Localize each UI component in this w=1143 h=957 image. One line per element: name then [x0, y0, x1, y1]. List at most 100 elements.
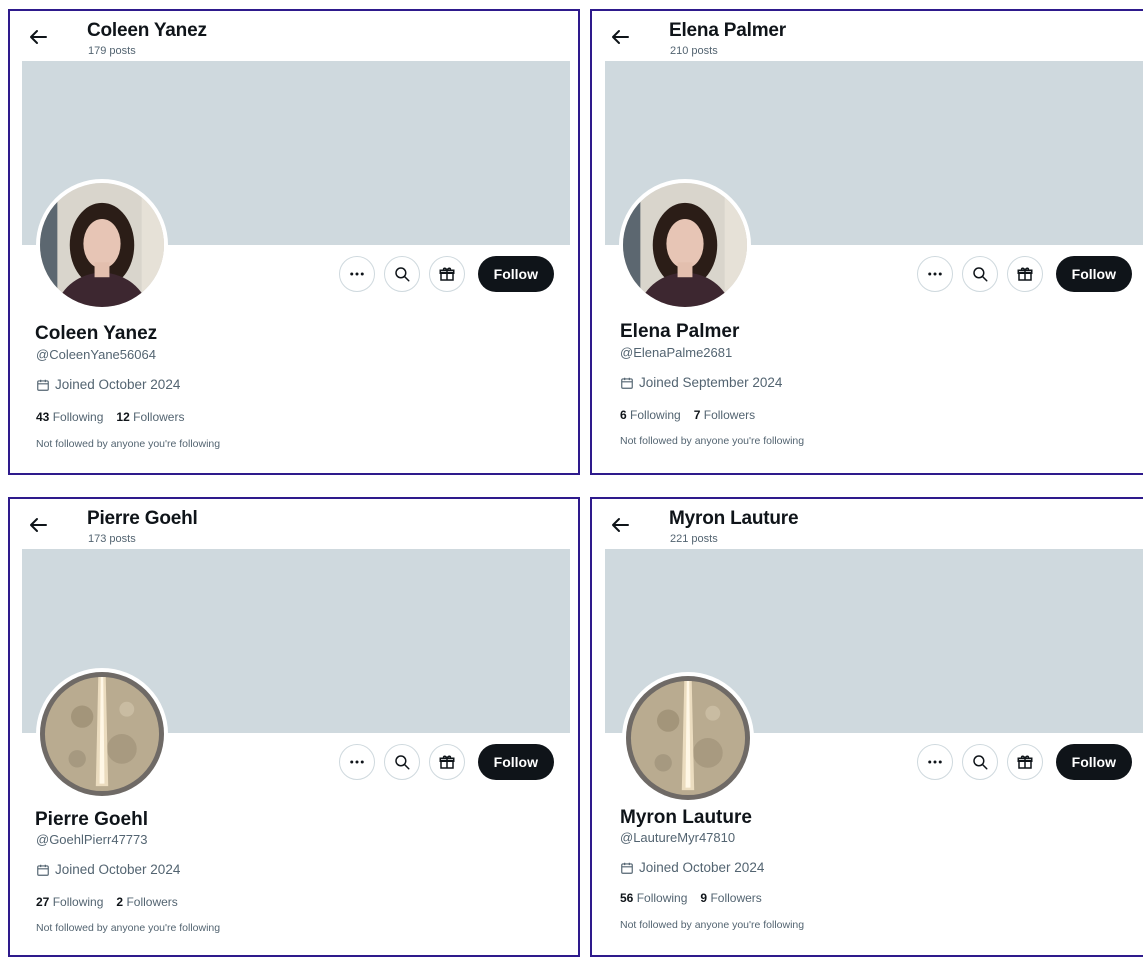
gift-icon [1017, 755, 1033, 769]
more-button[interactable] [916, 744, 953, 780]
gift-button[interactable] [428, 744, 465, 780]
search-icon [972, 755, 988, 770]
following-label: Following [52, 895, 104, 909]
back-button[interactable] [26, 25, 50, 49]
follow-button[interactable]: Follow [477, 256, 554, 292]
profile-display-name: Pierre Goehl [35, 809, 148, 830]
profile-avatar[interactable] [622, 672, 754, 804]
follow-stats: 27 Following 2 Followers [36, 895, 178, 909]
follow-button[interactable]: Follow [477, 744, 554, 780]
joined-date: Joined October 2024 [36, 377, 180, 392]
more-button[interactable] [338, 744, 375, 780]
mutual-followers-note: Not followed by anyone you're following [36, 922, 221, 934]
following-count: 43 [36, 410, 50, 424]
profile-actions: Follow [338, 255, 554, 293]
arrow-left-icon [612, 518, 629, 532]
following-label: Following [52, 410, 104, 424]
search-button[interactable] [961, 256, 998, 292]
header-display-name: Pierre Goehl [87, 508, 198, 529]
calendar-icon [37, 864, 49, 876]
arrow-left-icon [30, 518, 47, 532]
mutual-followers-note: Not followed by anyone you're following [620, 435, 805, 447]
following-link[interactable]: 43 Following [36, 410, 103, 424]
more-button[interactable] [338, 256, 375, 292]
gift-button[interactable] [1006, 256, 1043, 292]
following-label: Following [636, 891, 688, 905]
profile-panel: Elena Palmer 210 posts Follow Elena Palm… [590, 9, 1143, 475]
followers-link[interactable]: 7 Followers [694, 408, 755, 422]
joined-text: Joined October 2024 [55, 377, 181, 392]
profile-avatar[interactable] [36, 668, 168, 800]
joined-text: Joined September 2024 [639, 375, 783, 390]
profile-actions: Follow [338, 743, 554, 781]
gift-button[interactable] [428, 256, 465, 292]
profile-actions: Follow [916, 743, 1132, 781]
more-icon [349, 760, 364, 764]
followers-link[interactable]: 12 Followers [116, 410, 184, 424]
joined-date: Joined September 2024 [620, 375, 782, 390]
follow-stats: 43 Following 12 Followers [36, 410, 184, 424]
followers-link[interactable]: 9 Followers [700, 891, 761, 905]
gift-icon [1017, 267, 1033, 281]
following-count: 56 [620, 891, 634, 905]
search-button[interactable] [383, 744, 420, 780]
profile-panel: Myron Lauture 221 posts Follow Myron Lau… [590, 497, 1143, 957]
followers-label: Followers [703, 408, 756, 422]
search-button[interactable] [383, 256, 420, 292]
following-count: 6 [620, 408, 627, 422]
profile-panel: Pierre Goehl 173 posts Follow Pierre Goe… [8, 497, 580, 957]
back-button[interactable] [608, 513, 632, 537]
following-link[interactable]: 6 Following [620, 408, 681, 422]
calendar-icon [621, 862, 633, 874]
calendar-icon [621, 377, 633, 389]
followers-link[interactable]: 2 Followers [116, 895, 177, 909]
more-icon [927, 760, 942, 764]
gift-icon [439, 267, 455, 281]
joined-text: Joined October 2024 [55, 862, 181, 877]
followers-count: 9 [700, 891, 708, 905]
follow-button[interactable]: Follow [1055, 256, 1132, 292]
more-icon [927, 272, 942, 276]
followers-label: Followers [133, 410, 185, 424]
search-button[interactable] [961, 744, 998, 780]
moon-rocket-avatar [40, 672, 164, 796]
profile-display-name: Coleen Yanez [35, 323, 158, 344]
followers-count: 12 [116, 410, 130, 424]
following-link[interactable]: 56 Following [620, 891, 687, 905]
profile-avatar[interactable] [36, 179, 168, 311]
mutual-followers-note: Not followed by anyone you're following [620, 919, 805, 931]
follow-stats: 56 Following 9 Followers [620, 891, 762, 905]
search-icon [394, 267, 410, 282]
search-icon [972, 267, 988, 282]
profile-display-name: Elena Palmer [620, 321, 740, 342]
following-link[interactable]: 27 Following [36, 895, 103, 909]
back-button[interactable] [608, 25, 632, 49]
followers-label: Followers [710, 891, 762, 905]
mutual-followers-note: Not followed by anyone you're following [36, 438, 221, 450]
header-display-name: Myron Lauture [669, 508, 799, 529]
profile-handle: @ElenaPalme2681 [620, 345, 733, 360]
more-button[interactable] [916, 256, 953, 292]
profile-avatar[interactable] [619, 179, 751, 311]
profile-handle: @ColeenYane56064 [36, 347, 156, 362]
header-display-name: Coleen Yanez [87, 20, 207, 41]
gift-button[interactable] [1006, 744, 1043, 780]
profile-display-name: Myron Lauture [620, 807, 752, 828]
profile-handle: @GoehlPierr47773 [36, 832, 148, 847]
followers-count: 7 [693, 408, 701, 422]
followers-count: 2 [116, 895, 124, 909]
header-post-count: 173 posts [88, 533, 136, 545]
profile-handle: @LautureMyr47810 [620, 830, 736, 845]
joined-date: Joined October 2024 [620, 860, 764, 875]
joined-text: Joined October 2024 [639, 860, 765, 875]
header-post-count: 210 posts [670, 45, 718, 57]
back-button[interactable] [26, 513, 50, 537]
follow-button[interactable]: Follow [1055, 744, 1132, 780]
woman-portrait-avatar [623, 183, 747, 307]
profile-actions: Follow [916, 255, 1132, 293]
joined-date: Joined October 2024 [36, 862, 180, 877]
gift-icon [439, 755, 455, 769]
search-icon [394, 755, 410, 770]
arrow-left-icon [612, 30, 629, 44]
moon-rocket-avatar [626, 676, 750, 800]
